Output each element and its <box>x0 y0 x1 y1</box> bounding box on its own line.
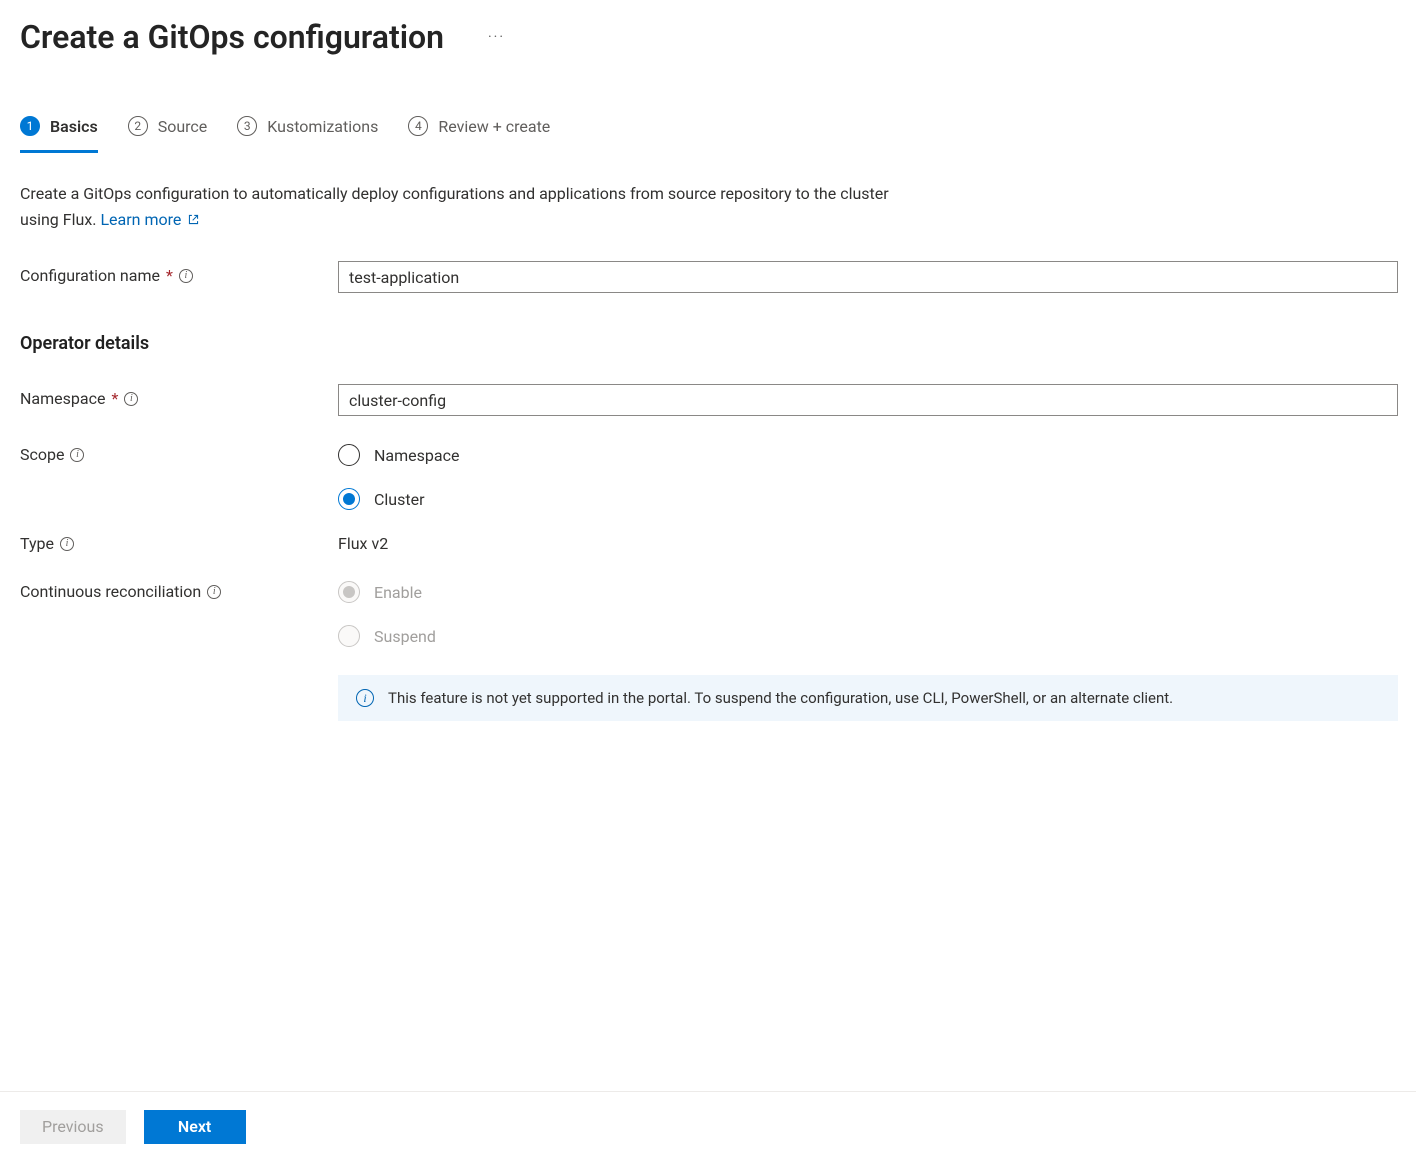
config-name-input[interactable] <box>338 261 1398 293</box>
tab-label: Review + create <box>438 117 550 136</box>
previous-button: Previous <box>20 1110 126 1144</box>
info-icon[interactable]: i <box>70 448 84 462</box>
section-operator-details: Operator details <box>20 333 1416 354</box>
radio-label: Namespace <box>374 446 459 465</box>
info-message-text: This feature is not yet supported in the… <box>388 689 1173 707</box>
tab-source[interactable]: 2 Source <box>128 116 208 153</box>
tab-label: Source <box>158 117 208 136</box>
wizard-footer: Previous Next <box>0 1091 1416 1171</box>
radio-icon <box>338 581 360 603</box>
radio-icon <box>338 488 360 510</box>
label-type: Type i <box>20 534 338 553</box>
learn-more-link[interactable]: Learn more <box>100 210 200 229</box>
info-icon: i <box>356 689 374 707</box>
next-button[interactable]: Next <box>144 1110 246 1144</box>
radio-icon <box>338 444 360 466</box>
tab-basics[interactable]: 1 Basics <box>20 116 98 153</box>
tab-step-number: 2 <box>128 116 148 136</box>
radio-icon <box>338 625 360 647</box>
page-title: Create a GitOps configuration <box>20 18 444 56</box>
scope-radio-namespace[interactable]: Namespace <box>338 444 1398 466</box>
tab-review-create[interactable]: 4 Review + create <box>408 116 550 153</box>
description-text: Create a GitOps configuration to automat… <box>20 181 930 233</box>
wizard-tabs: 1 Basics 2 Source 3 Kustomizations 4 Rev… <box>20 116 1416 153</box>
radio-label: Enable <box>374 583 422 602</box>
more-actions-button[interactable]: ··· <box>480 25 513 49</box>
scope-radio-cluster[interactable]: Cluster <box>338 488 1398 510</box>
namespace-input[interactable] <box>338 384 1398 416</box>
label-namespace: Namespace * i <box>20 384 338 408</box>
tab-step-number: 3 <box>237 116 257 136</box>
tab-label: Basics <box>50 117 98 136</box>
required-indicator: * <box>111 389 118 408</box>
reconciliation-radio-suspend: Suspend <box>338 625 1398 647</box>
tab-kustomizations[interactable]: 3 Kustomizations <box>237 116 378 153</box>
label-config-name: Configuration name * i <box>20 261 338 285</box>
external-link-icon <box>187 213 200 226</box>
reconciliation-radio-group: Enable Suspend <box>338 577 1398 647</box>
info-icon[interactable]: i <box>179 269 193 283</box>
required-indicator: * <box>166 266 173 285</box>
info-icon[interactable]: i <box>124 392 138 406</box>
reconciliation-radio-enable: Enable <box>338 581 1398 603</box>
label-scope: Scope i <box>20 440 338 464</box>
type-value: Flux v2 <box>338 534 1398 553</box>
tab-label: Kustomizations <box>267 117 378 136</box>
tab-step-number: 4 <box>408 116 428 136</box>
info-icon[interactable]: i <box>207 585 221 599</box>
label-continuous-reconciliation: Continuous reconciliation i <box>20 577 338 601</box>
tab-step-number: 1 <box>20 116 40 136</box>
radio-label: Suspend <box>374 627 436 646</box>
info-icon[interactable]: i <box>60 537 74 551</box>
info-message: i This feature is not yet supported in t… <box>338 675 1398 721</box>
scope-radio-group: Namespace Cluster <box>338 440 1398 510</box>
radio-label: Cluster <box>374 490 425 509</box>
